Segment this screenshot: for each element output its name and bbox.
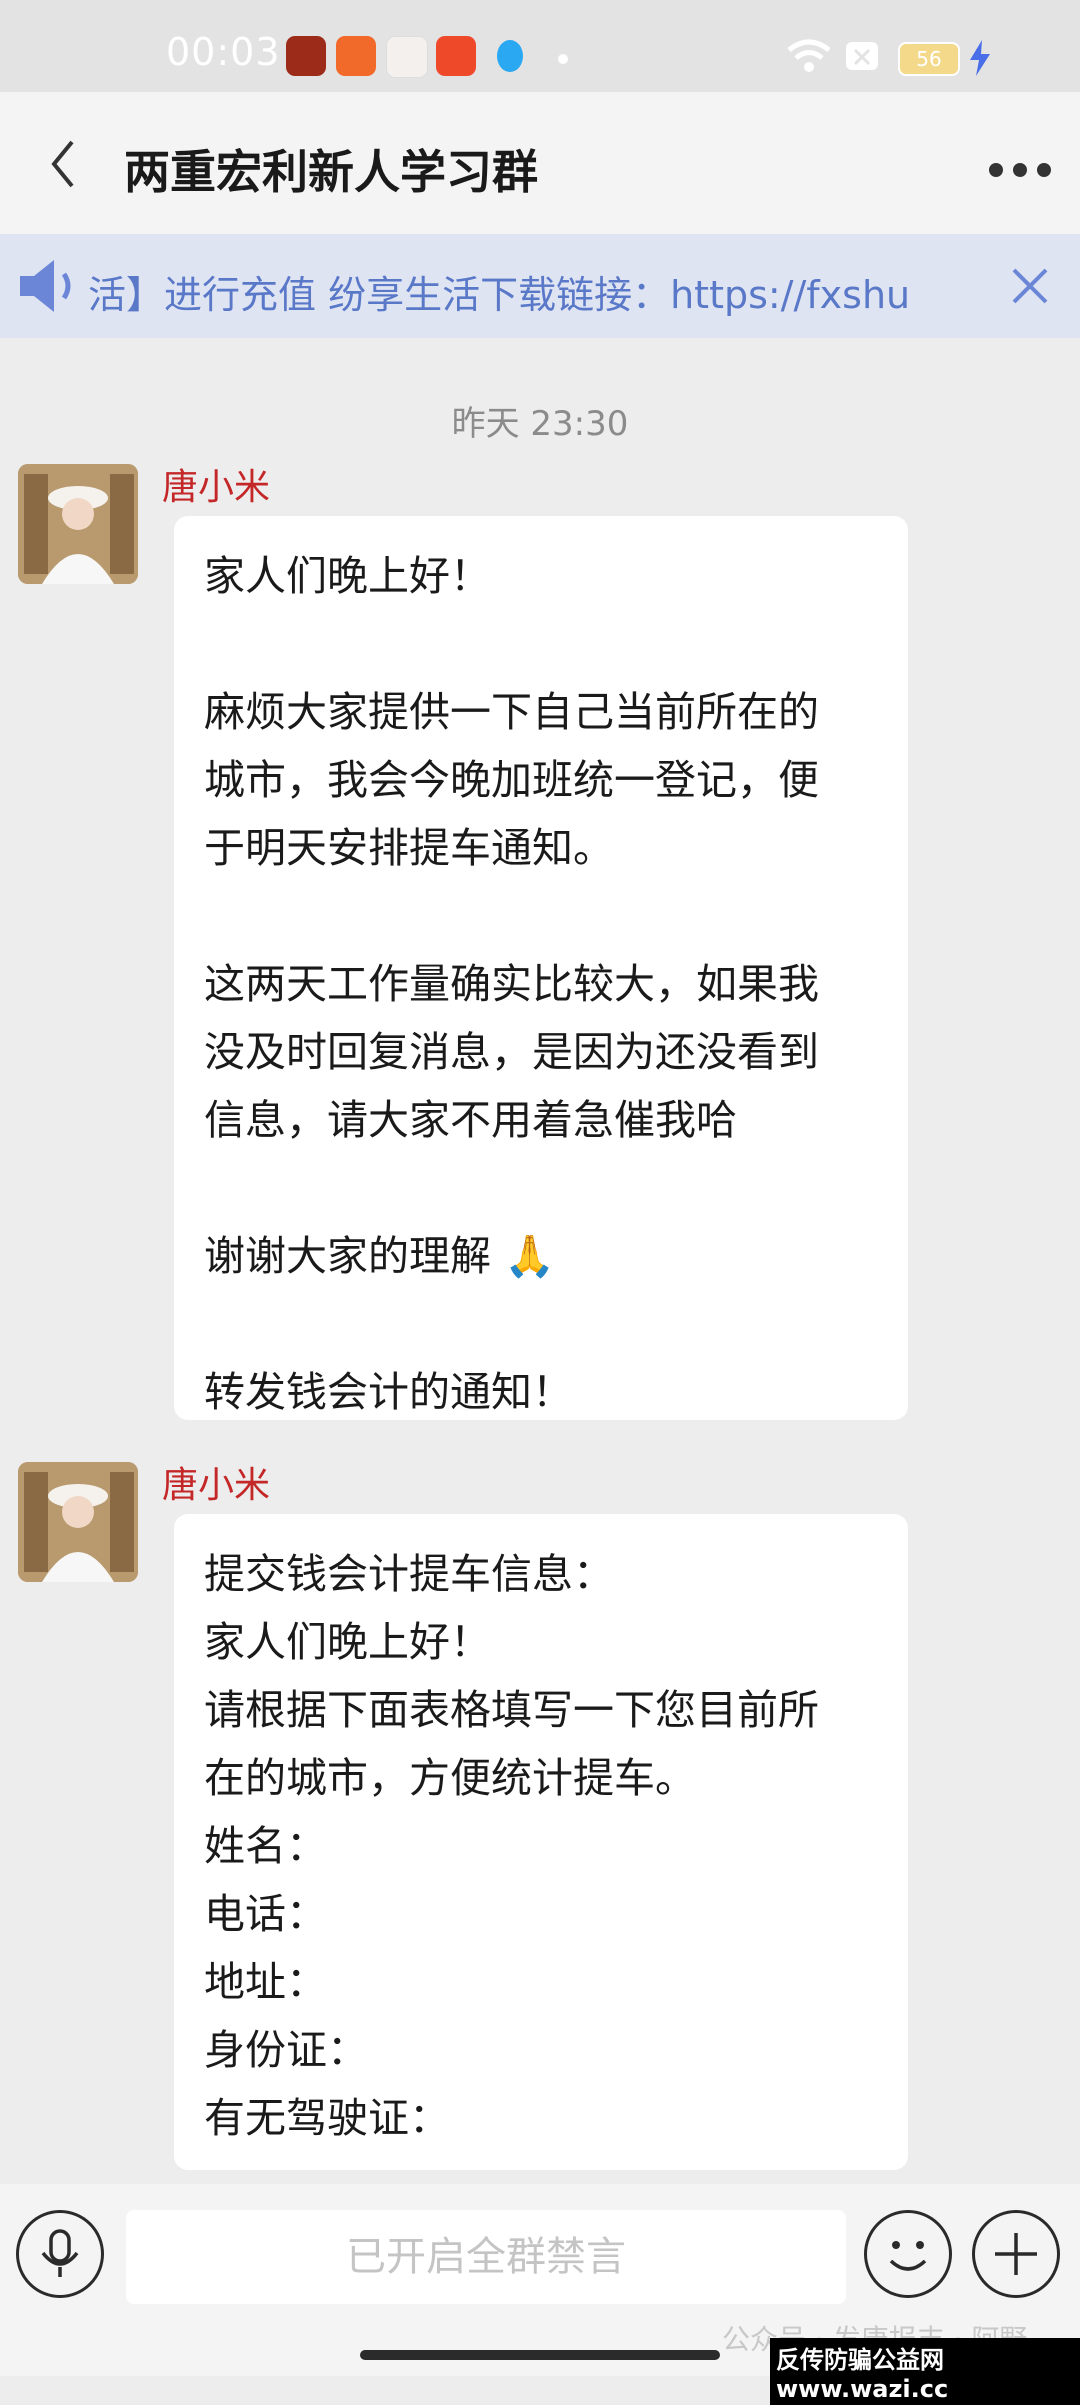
message-line: 谢谢大家的理解 🙏 (204, 1232, 556, 1280)
message-timestamp: 昨天 23:30 (451, 404, 629, 444)
avatar[interactable] (18, 1462, 138, 1582)
app-icon-4 (436, 36, 476, 76)
app-icon-2 (336, 36, 376, 76)
message-line: 有无驾驶证： (204, 2094, 450, 2142)
no-sim-icon (844, 38, 880, 78)
chat-title: 两重宏利新人学习群 (124, 145, 538, 199)
charging-icon (968, 40, 992, 80)
message-line: 信息，请大家不用着急催我哈 (204, 1096, 737, 1144)
site-label: 反传防骗公益网 www.wazi.cc (770, 2338, 1080, 2405)
message-line: 城市，我会今晚加班统一登记，便 (204, 756, 819, 804)
message-input[interactable]: 已开启全群禁言 (126, 2210, 846, 2304)
chat-header: 两重宏利新人学习群 (0, 92, 1080, 234)
message-line: 麻烦大家提供一下自己当前所在的 (204, 688, 819, 736)
message-line: 转发钱会计的通知！ (204, 1368, 573, 1416)
message-line: 身份证： (204, 2026, 368, 2074)
message-line: 家人们晚上好！ (204, 552, 491, 600)
message-line (204, 882, 878, 950)
speaker-icon (14, 256, 78, 320)
message-line: 电话： (204, 1890, 327, 1938)
announcement-bar[interactable]: 活】进行充值 纷享生活下载链接：https://fxshu (0, 234, 1080, 338)
message-bubble[interactable]: 家人们晚上好！ 麻烦大家提供一下自己当前所在的 城市，我会今晚加班统一登记，便 … (174, 516, 908, 1420)
app-icon-1 (286, 36, 326, 76)
message-line (204, 610, 878, 678)
message-line (204, 1154, 878, 1222)
close-icon[interactable] (1010, 266, 1050, 310)
message-line: 于明天安排提车通知。 (204, 824, 614, 872)
message-line: 没及时回复消息，是因为还没看到 (204, 1028, 819, 1076)
back-icon[interactable] (48, 138, 78, 194)
plus-icon[interactable] (972, 2210, 1060, 2298)
message-line: 姓名： (204, 1822, 327, 1870)
message-line: 这两天工作量确实比较大，如果我 (204, 960, 819, 1008)
message-line: 在的城市，方便统计提车。 (204, 1754, 696, 1802)
message-line: 请根据下面表格填写一下您目前所 (204, 1686, 819, 1734)
more-options-icon[interactable] (988, 162, 1052, 182)
message-bubble[interactable]: 提交钱会计提车信息： 家人们晚上好！ 请根据下面表格填写一下您目前所 在的城市，… (174, 1514, 908, 2170)
microphone-icon[interactable] (16, 2210, 104, 2298)
status-bar: 00:03 56 (0, 0, 1080, 92)
emoji-icon[interactable] (864, 2210, 952, 2298)
battery-indicator: 56 (898, 42, 960, 76)
message-line (204, 1290, 878, 1358)
message-line: 地址： (204, 1958, 327, 2006)
sender-name: 唐小米 (162, 1465, 271, 1506)
app-icon-3 (386, 36, 428, 78)
avatar[interactable] (18, 464, 138, 584)
announcement-text: 活】进行充值 纷享生活下载链接：https://fxshu (88, 273, 911, 317)
notification-dot (558, 54, 568, 64)
message-line: 提交钱会计提车信息： (204, 1550, 614, 1598)
sender-name: 唐小米 (162, 467, 271, 508)
status-time: 00:03 (166, 30, 281, 74)
message-line: 家人们晚上好！ (204, 1618, 491, 1666)
qq-icon (490, 36, 530, 76)
wifi-icon (786, 38, 832, 78)
home-indicator[interactable] (360, 2350, 720, 2360)
